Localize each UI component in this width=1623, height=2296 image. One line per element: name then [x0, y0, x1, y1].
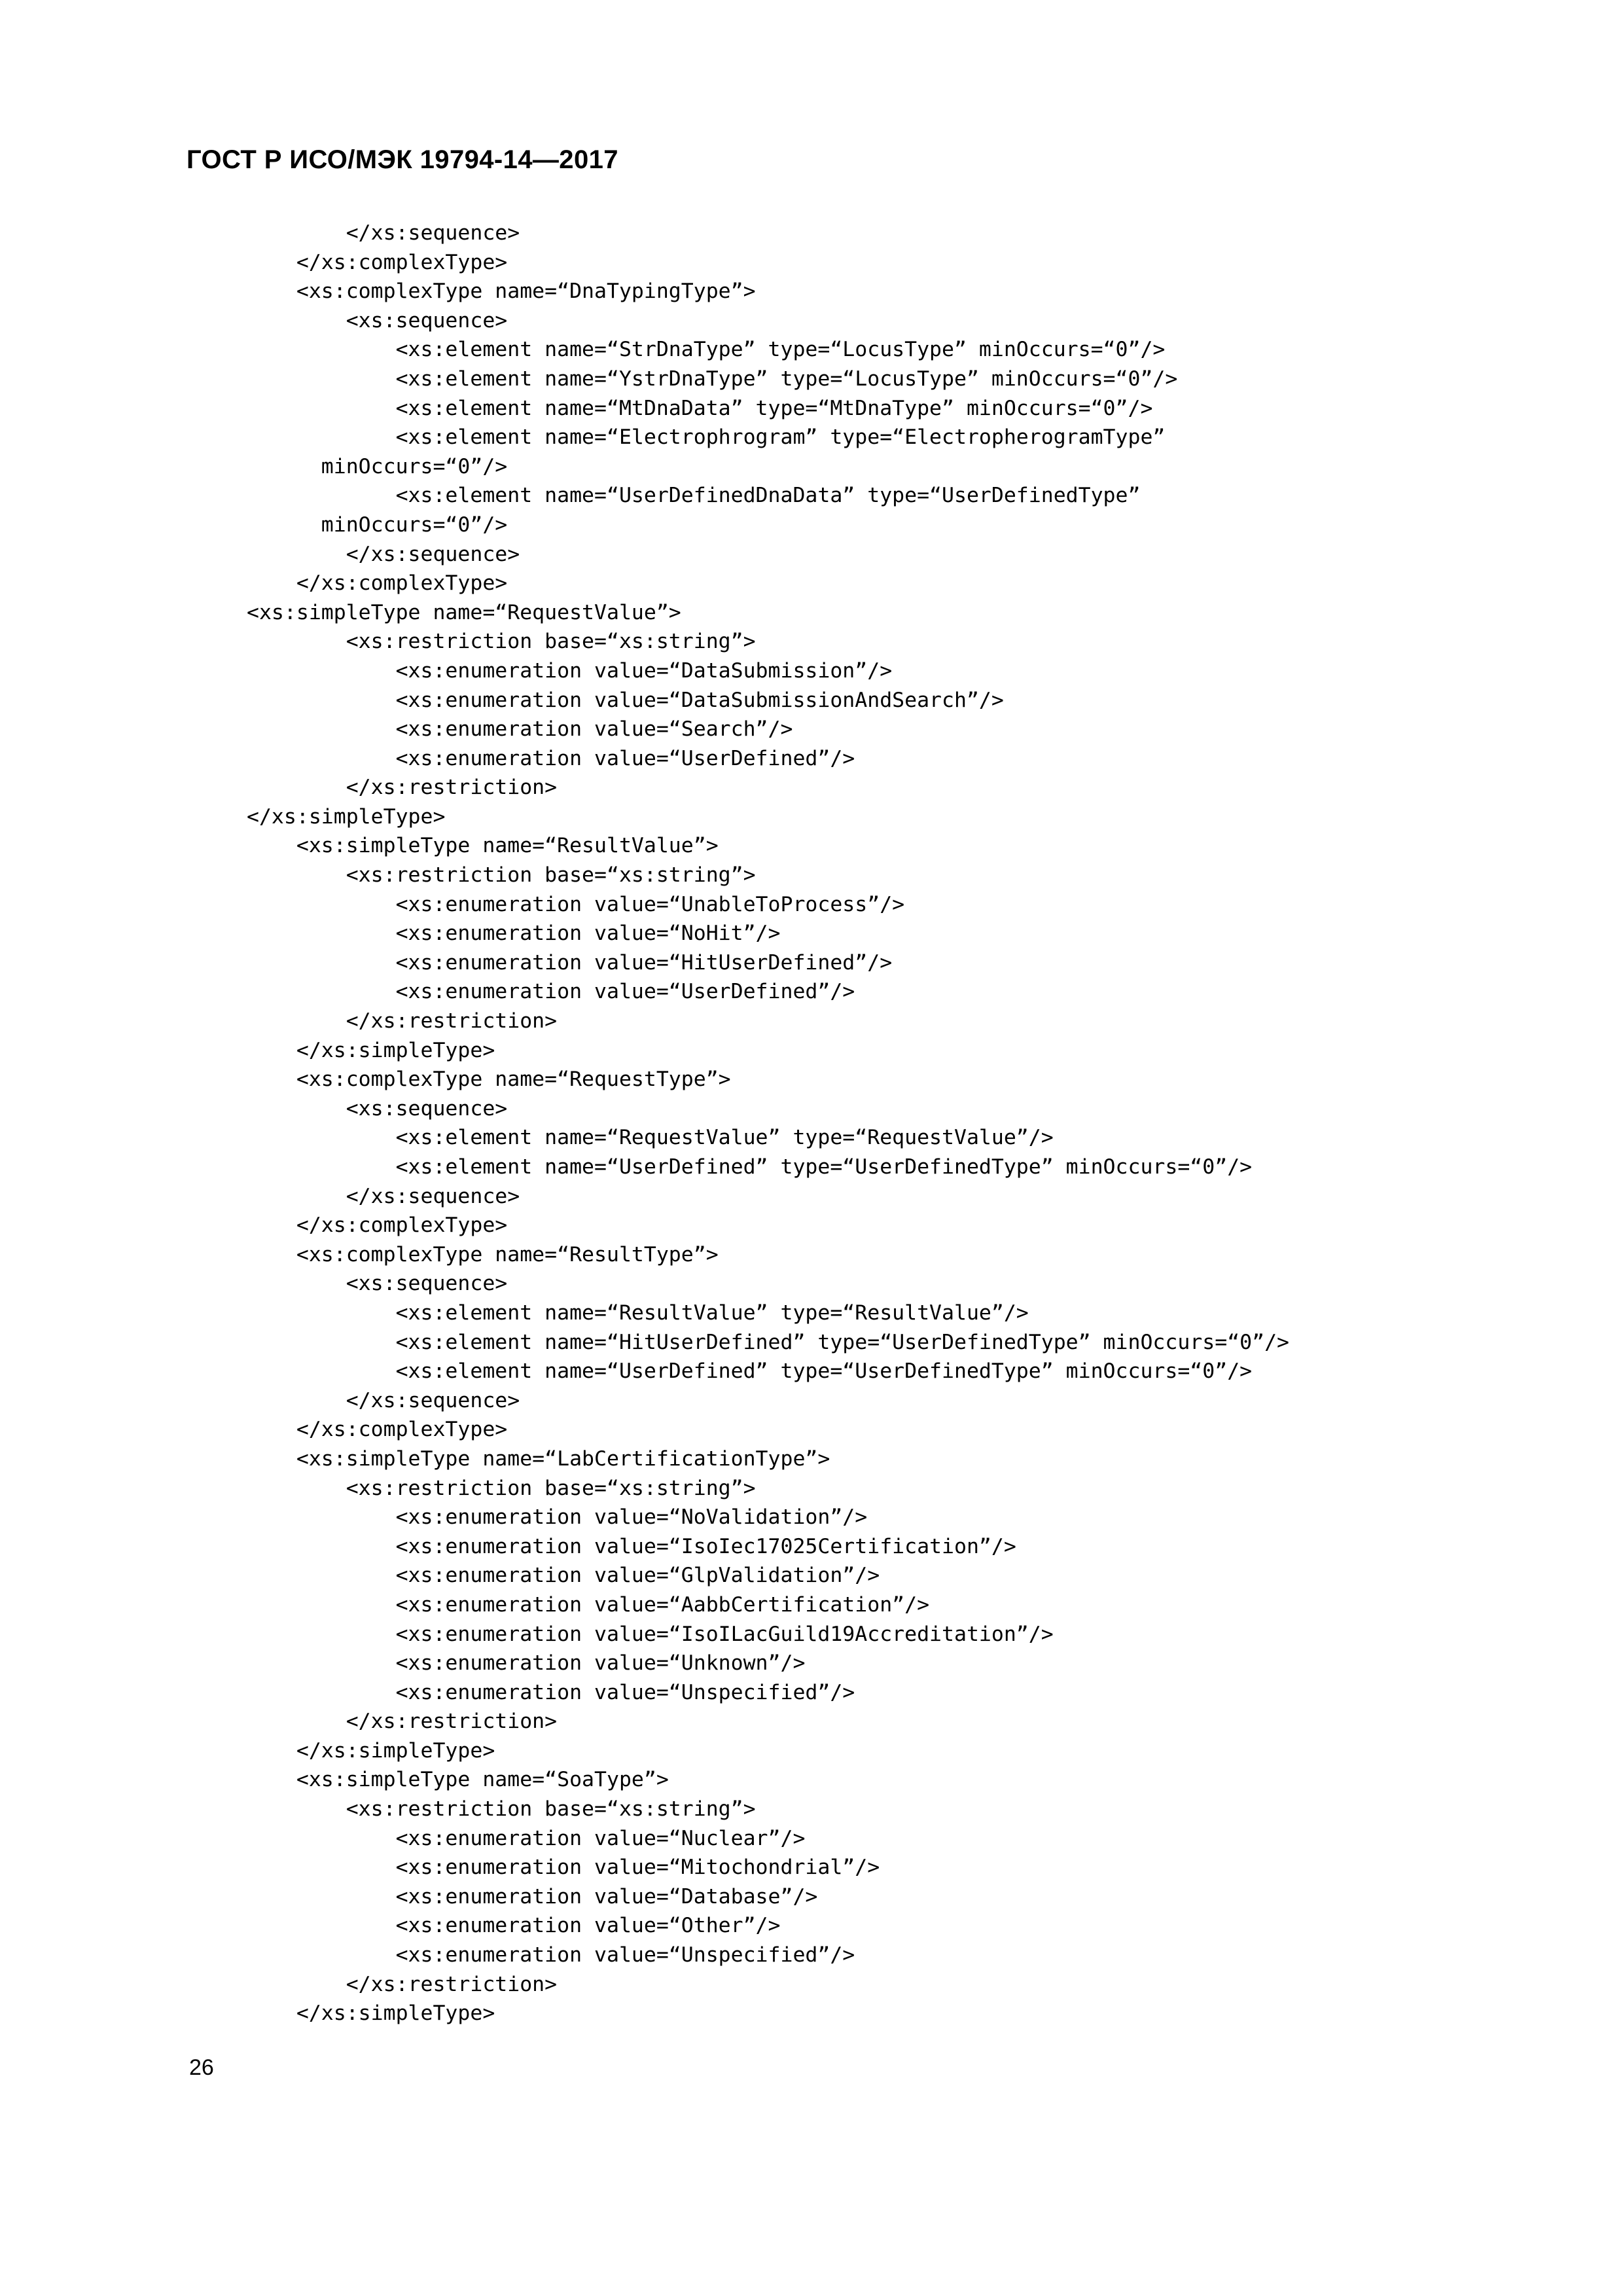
- code-line: <xs:restriction base=“xs:string”>: [247, 1476, 756, 1500]
- code-line: <xs:enumeration value=“HitUserDefined”/>: [247, 950, 893, 975]
- code-line: <xs:element name=“RequestValue” type=“Re…: [247, 1126, 1054, 1150]
- code-line: <xs:complexType name=“RequestType”>: [247, 1067, 731, 1092]
- code-line: <xs:simpleType name=“RequestValue”>: [247, 600, 681, 624]
- code-line: <xs:sequence>: [247, 1272, 508, 1296]
- page-number: 26: [189, 2055, 214, 2080]
- code-line: <xs:enumeration value=“Nuclear”/>: [247, 1826, 806, 1850]
- xml-schema-code-block: </xs:sequence> </xs:complexType> <xs:com…: [247, 219, 1529, 2028]
- code-line: <xs:element name=“UserDefined” type=“Use…: [247, 1359, 1253, 1384]
- code-line: </xs:sequence>: [247, 221, 520, 245]
- document-standard-header: ГОСТ Р ИСО/МЭК 19794-14—2017: [187, 145, 618, 174]
- code-line: </xs:restriction>: [247, 1972, 558, 1996]
- code-line: <xs:element name=“UserDefined” type=“Use…: [247, 1155, 1253, 1179]
- code-line: </xs:simpleType>: [247, 804, 446, 829]
- code-line: <xs:simpleType name=“LabCertificationTyp…: [247, 1446, 830, 1471]
- code-line: <xs:sequence>: [247, 308, 508, 332]
- code-line: <xs:element name=“MtDnaData” type=“MtDna…: [247, 396, 1153, 420]
- code-line: <xs:enumeration value=“IsoIec17025Certif…: [247, 1534, 1016, 1558]
- code-line: <xs:element name=“Electrophrogram” type=…: [247, 425, 1166, 450]
- code-line: <xs:restriction base=“xs:string”>: [247, 863, 756, 888]
- code-line: <xs:enumeration value=“Unspecified”/>: [247, 1680, 855, 1704]
- code-line: <xs:element name=“ResultValue” type=“Res…: [247, 1300, 1029, 1325]
- code-line: <xs:enumeration value=“DataSubmission”/>: [247, 658, 893, 683]
- code-line: </xs:restriction>: [247, 776, 558, 800]
- code-line: <xs:enumeration value=“Search”/>: [247, 717, 793, 742]
- code-line: <xs:simpleType name=“ResultValue”>: [247, 834, 719, 858]
- code-line: <xs:enumeration value=“Unspecified”/>: [247, 1943, 855, 1967]
- code-line: </xs:complexType>: [247, 571, 508, 596]
- code-line: </xs:simpleType>: [247, 1738, 495, 1763]
- code-line: <xs:enumeration value=“Mitochondrial”/>: [247, 1856, 880, 1880]
- code-line: <xs:enumeration value=“IsoILacGuild19Acc…: [247, 1622, 1054, 1646]
- code-line: <xs:element name=“StrDnaType” type=“Locu…: [247, 338, 1166, 362]
- code-line: <xs:enumeration value=“UnableToProcess”/…: [247, 892, 905, 916]
- code-line: </xs:simpleType>: [247, 1038, 495, 1062]
- code-line: </xs:restriction>: [247, 1710, 558, 1734]
- code-line: <xs:sequence>: [247, 1096, 508, 1121]
- code-line: </xs:sequence>: [247, 1184, 520, 1208]
- code-line: minOccurs=“0”/>: [247, 512, 508, 537]
- code-line: <xs:complexType name=“ResultType”>: [247, 1242, 719, 1266]
- code-line: </xs:restriction>: [247, 1009, 558, 1033]
- document-page: ГОСТ Р ИСО/МЭК 19794-14—2017 </xs:sequen…: [0, 0, 1623, 2296]
- code-line: <xs:enumeration value=“NoValidation”/>: [247, 1505, 868, 1530]
- code-line: </xs:sequence>: [247, 1388, 520, 1412]
- code-line: </xs:complexType>: [247, 1418, 508, 1442]
- code-line: </xs:simpleType>: [247, 2001, 495, 2026]
- code-line: <xs:restriction base=“xs:string”>: [247, 1797, 756, 1821]
- code-line: </xs:complexType>: [247, 1213, 508, 1238]
- code-line: </xs:complexType>: [247, 250, 508, 274]
- code-line: <xs:enumeration value=“Database”/>: [247, 1884, 818, 1909]
- code-line: <xs:simpleType name=“SoaType”>: [247, 1768, 669, 1792]
- code-line: <xs:enumeration value=“Other”/>: [247, 1914, 781, 1938]
- code-line: <xs:enumeration value=“NoHit”/>: [247, 922, 781, 946]
- code-line: minOccurs=“0”/>: [247, 454, 508, 478]
- code-line: <xs:restriction base=“xs:string”>: [247, 630, 756, 654]
- code-line: <xs:enumeration value=“UserDefined”/>: [247, 746, 855, 770]
- code-line: <xs:element name=“UserDefinedDnaData” ty…: [247, 484, 1141, 508]
- code-line: <xs:enumeration value=“DataSubmissionAnd…: [247, 688, 1004, 712]
- code-line: <xs:enumeration value=“Unknown”/>: [247, 1651, 806, 1676]
- code-line: </xs:sequence>: [247, 542, 520, 566]
- code-line: <xs:enumeration value=“AabbCertification…: [247, 1592, 930, 1617]
- code-line: <xs:element name=“HitUserDefined” type=“…: [247, 1330, 1290, 1354]
- code-line: <xs:enumeration value=“UserDefined”/>: [247, 980, 855, 1004]
- code-line: <xs:element name=“YstrDnaType” type=“Loc…: [247, 367, 1178, 391]
- code-line: <xs:complexType name=“DnaTypingType”>: [247, 279, 756, 304]
- code-line: <xs:enumeration value=“GlpValidation”/>: [247, 1564, 880, 1588]
